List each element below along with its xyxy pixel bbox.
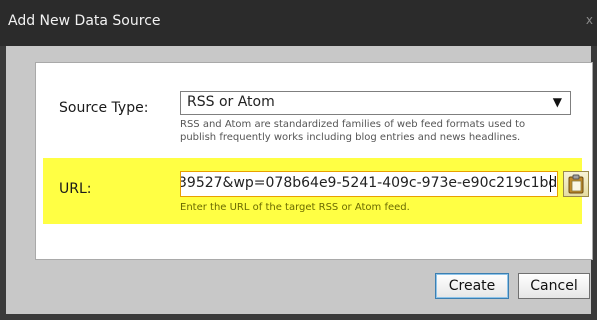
url-label: URL: — [59, 181, 92, 197]
dialog-content: Source Type: RSS or Atom ▼ RSS and Atom … — [6, 46, 593, 314]
source-type-description: RSS and Atom are standardized families o… — [180, 119, 526, 143]
source-type-select[interactable]: RSS or Atom ▼ — [180, 91, 571, 115]
close-icon[interactable]: x — [586, 13, 593, 27]
clipboard-paste-icon — [568, 174, 584, 194]
dialog-window: Add New Data Source x Source Type: RSS o… — [0, 0, 597, 320]
url-input-value: 39527&wp=078b64e9-5241-409c-973e-e90c219… — [180, 175, 558, 191]
source-type-label: Source Type: — [59, 100, 149, 116]
chevron-down-icon: ▼ — [552, 95, 562, 109]
text-caret — [550, 175, 551, 192]
title-bar: Add New Data Source x — [0, 0, 597, 46]
form-panel: Source Type: RSS or Atom ▼ RSS and Atom … — [35, 62, 593, 260]
url-input[interactable]: 39527&wp=078b64e9-5241-409c-973e-e90c219… — [180, 171, 558, 197]
create-button[interactable]: Create — [435, 273, 509, 299]
cancel-button[interactable]: Cancel — [518, 273, 590, 299]
source-type-value: RSS or Atom — [187, 94, 275, 110]
window-title: Add New Data Source — [8, 13, 161, 29]
url-hint: Enter the URL of the target RSS or Atom … — [180, 202, 410, 213]
paste-button[interactable] — [563, 171, 589, 197]
